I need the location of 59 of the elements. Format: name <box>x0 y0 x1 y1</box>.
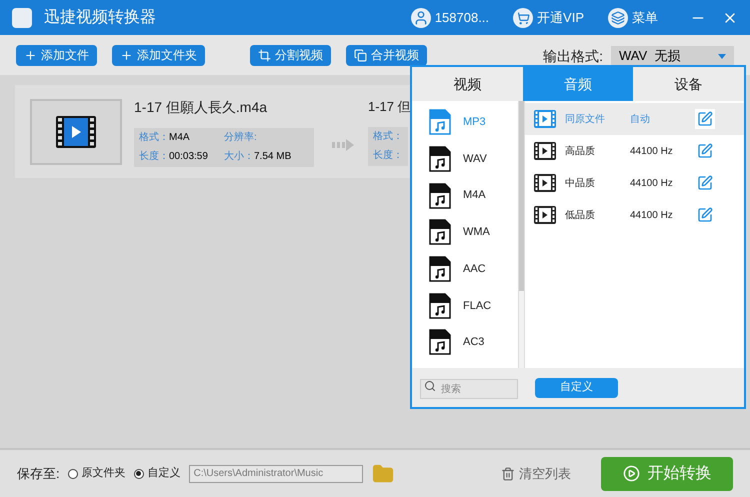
audio-file-icon <box>429 146 451 172</box>
search-field[interactable]: 搜索 <box>420 379 518 399</box>
preset-row[interactable]: 中品质 44100 Hz <box>525 167 744 199</box>
audio-file-icon <box>429 182 451 209</box>
format-label: 格式： <box>373 130 403 144</box>
film-icon <box>534 174 556 192</box>
vip-link[interactable]: 开通VIP <box>537 8 584 28</box>
audio-file-icon <box>429 292 451 319</box>
format-info: 格式：M4A <box>139 130 191 145</box>
scrollbar[interactable] <box>518 101 525 368</box>
arrow-icon <box>332 138 354 150</box>
output-format-label: 输出格式: <box>543 46 603 66</box>
file-name: 1-17 但願人長久.m4a <box>134 98 268 116</box>
audio-file-icon <box>429 109 451 136</box>
format-tab[interactable]: 设备 <box>633 67 744 101</box>
film-icon <box>534 110 556 128</box>
video-file-icon <box>56 116 96 148</box>
toolbar-button[interactable]: 分割视频 <box>250 44 331 66</box>
toolbar-button[interactable]: 添加文件 <box>16 44 97 66</box>
resolution-label: 分辨率: <box>224 130 258 145</box>
toolbar-button[interactable]: 合并视频 <box>346 44 427 66</box>
output-format-dropdown[interactable]: WAV 无损 <box>611 46 734 66</box>
format-item[interactable]: WAV <box>412 140 518 178</box>
menu-link[interactable]: 菜单 <box>632 8 658 28</box>
preset-row[interactable]: 低品质 44100 Hz <box>525 199 744 231</box>
menu-icon[interactable] <box>608 8 628 28</box>
size-info: 大小：7.54 MB <box>224 150 292 164</box>
format-item[interactable]: AC3 <box>412 324 518 361</box>
save-path-field[interactable]: C:\Users\Administrator\Music <box>188 464 363 482</box>
plus-icon <box>120 48 133 62</box>
edit-icon[interactable] <box>695 109 715 129</box>
duration-label: 长度： <box>373 148 403 164</box>
audio-file-icon <box>429 219 451 246</box>
format-item[interactable]: FLAC <box>412 287 518 324</box>
output-file-name: 1-17 但 <box>368 98 411 116</box>
preset-row[interactable]: 高品质 44100 Hz <box>525 135 744 167</box>
film-icon <box>534 206 556 224</box>
user-avatar-icon[interactable] <box>410 8 431 28</box>
format-item[interactable]: AAC <box>412 250 518 288</box>
dropdown-caret-icon <box>718 54 726 59</box>
radio-option[interactable]: 自定义 <box>134 465 181 482</box>
plus-icon <box>24 48 37 62</box>
film-icon <box>534 142 556 160</box>
duration-info: 长度：00:03:59 <box>139 150 209 164</box>
format-item[interactable]: WMA <box>412 214 518 251</box>
audio-file-icon <box>429 256 451 282</box>
play-icon <box>622 465 640 482</box>
window-title: 迅捷视频转换器 <box>44 8 156 28</box>
search-icon <box>424 380 436 392</box>
toolbar-button[interactable]: 添加文件夹 <box>112 44 205 66</box>
trash-icon <box>501 466 515 480</box>
save-to-label: 保存至: <box>17 464 60 483</box>
radio-option[interactable]: 原文件夹 <box>68 465 126 482</box>
format-tab[interactable]: 视频 <box>412 67 523 101</box>
account-name[interactable]: 158708... <box>434 8 490 28</box>
cart-icon[interactable] <box>513 8 534 28</box>
audio-file-icon <box>429 329 451 356</box>
format-item[interactable]: M4A <box>412 177 518 214</box>
clear-list-button[interactable]: 清空列表 <box>501 464 571 484</box>
